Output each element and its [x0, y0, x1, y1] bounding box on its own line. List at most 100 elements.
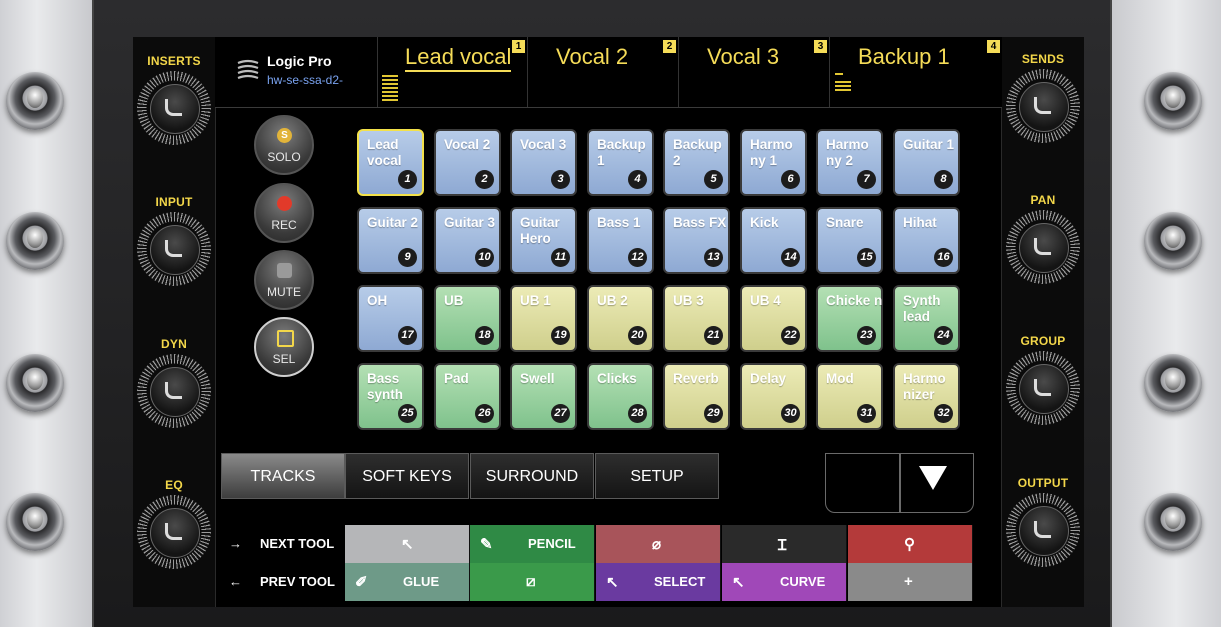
tool-label: CURVE — [780, 574, 826, 589]
glue-tool[interactable]: ✐ GLUE — [345, 563, 470, 601]
knob-label-group: GROUP — [1020, 334, 1066, 348]
track-number-badge: 9 — [398, 248, 417, 267]
track-button[interactable]: Pad 26 — [434, 363, 501, 430]
channel-name: Lead vocal — [405, 44, 512, 72]
prev-tool-label[interactable]: PREV TOOL — [260, 574, 335, 589]
channel-strip-4[interactable]: Backup 1 4 — [830, 37, 1002, 107]
hardware-knob-right-4[interactable] — [1144, 493, 1202, 551]
track-label: Guitar 3 — [444, 215, 496, 230]
channel-number: 2 — [663, 40, 676, 53]
mute-button[interactable]: MUTE — [254, 250, 314, 310]
tab-tracks[interactable]: TRACKS — [221, 453, 345, 499]
track-label: Swell — [520, 371, 555, 386]
solo-button[interactable]: S SOLO — [254, 115, 314, 175]
track-number-badge: 18 — [475, 326, 494, 345]
hardware-knob-left-3[interactable] — [6, 354, 64, 412]
track-button[interactable]: Lead vocal 1 — [357, 129, 424, 196]
track-label: Lead vocal — [367, 137, 402, 168]
track-button[interactable]: Chicke n 23 — [816, 285, 883, 352]
solo-tool-tool[interactable]: ⚲ — [848, 525, 973, 563]
text-cursor-tool[interactable]: Ɪ — [722, 525, 847, 563]
hardware-knob-left-1[interactable] — [6, 72, 64, 130]
track-button[interactable]: Swell 27 — [510, 363, 577, 430]
track-label: Vocal 2 — [444, 137, 491, 152]
track-button[interactable]: Guitar Hero 11 — [510, 207, 577, 274]
knob-label-pan: PAN — [1030, 193, 1056, 207]
hardware-knob-right-2[interactable] — [1144, 212, 1202, 270]
track-button[interactable]: Hihat 16 — [893, 207, 960, 274]
curve-pointer-tool[interactable]: ↖ CURVE — [722, 563, 847, 601]
track-label: Vocal 3 — [520, 137, 567, 152]
track-button[interactable]: Vocal 3 3 — [510, 129, 577, 196]
track-button[interactable]: Guitar 2 9 — [357, 207, 424, 274]
track-button[interactable]: Bass synth 25 — [357, 363, 424, 430]
track-button[interactable]: Bass FX 13 — [663, 207, 730, 274]
app-title: Logic Pro — [267, 53, 332, 69]
crosshair-tool[interactable]: + — [848, 563, 973, 601]
hardware-knob-right-1[interactable] — [1144, 72, 1202, 130]
track-button[interactable]: Harmo ny 2 7 — [816, 129, 883, 196]
track-button[interactable]: UB 3 21 — [663, 285, 730, 352]
hardware-knob-right-3[interactable] — [1144, 354, 1202, 412]
tab-surround[interactable]: SURROUND — [470, 453, 594, 499]
track-button[interactable]: Delay 30 — [740, 363, 807, 430]
track-label: Chicke n — [826, 293, 883, 308]
select-button[interactable]: SEL — [254, 317, 314, 377]
fade-tool[interactable]: ⧄ — [470, 563, 595, 601]
channel-strip-3[interactable]: Vocal 3 3 — [679, 37, 830, 107]
logo-area: Logic Pro hw-se-ssa-d2- — [215, 37, 378, 107]
arrow-down-icon — [919, 466, 947, 490]
pencil-tool[interactable]: ✎ PENCIL — [470, 525, 595, 563]
track-button[interactable]: Mod 31 — [816, 363, 883, 430]
next-tool-arrow-icon: → — [229, 536, 242, 551]
tab-setup[interactable]: SETUP — [595, 453, 719, 499]
track-number-badge: 6 — [781, 170, 800, 189]
hardware-knob-left-2[interactable] — [6, 212, 64, 270]
track-button[interactable]: UB 2 20 — [587, 285, 654, 352]
track-number-badge: 23 — [857, 326, 876, 345]
channel-strip-2[interactable]: Vocal 2 2 — [528, 37, 679, 107]
track-button[interactable]: Backup 1 4 — [587, 129, 654, 196]
blank-softkey[interactable] — [825, 453, 900, 513]
track-button[interactable]: Snare 15 — [816, 207, 883, 274]
channel-name: Backup 1 — [858, 44, 950, 69]
left-knob-column: INSERTS INPUT DYN EQ — [133, 37, 216, 607]
track-button[interactable]: Backup 2 5 — [663, 129, 730, 196]
track-button[interactable]: Reverb 29 — [663, 363, 730, 430]
track-label: Guitar Hero — [520, 215, 560, 246]
next-tool-label[interactable]: NEXT TOOL — [260, 536, 334, 551]
track-button[interactable]: Guitar 3 10 — [434, 207, 501, 274]
track-number-badge: 25 — [398, 404, 417, 423]
track-button[interactable]: Clicks 28 — [587, 363, 654, 430]
select-pointer-tool[interactable]: ↖ SELECT — [596, 563, 721, 601]
eraser-tool[interactable]: ⌀ — [596, 525, 721, 563]
tab-soft-keys[interactable]: SOFT KEYS — [345, 453, 469, 499]
track-number-badge: 20 — [628, 326, 647, 345]
select-icon — [277, 330, 294, 347]
track-button[interactable]: Harmo nizer 32 — [893, 363, 960, 430]
track-number-badge: 14 — [781, 248, 800, 267]
track-button[interactable]: UB 4 22 — [740, 285, 807, 352]
track-button[interactable]: Synth lead 24 — [893, 285, 960, 352]
eq-knob-icon — [150, 508, 200, 558]
track-button[interactable]: UB 1 19 — [510, 285, 577, 352]
track-button[interactable]: Harmo ny 1 6 — [740, 129, 807, 196]
track-number-badge: 13 — [704, 248, 723, 267]
glue-icon: ✐ — [355, 574, 368, 591]
track-label: Harmo ny 2 — [826, 137, 869, 168]
channel-strip-1[interactable]: Lead vocal 1 — [377, 37, 528, 107]
track-label: Synth lead — [903, 293, 941, 324]
track-grid: Lead vocal 1 Vocal 2 2 Vocal 3 3 Backup 1 4 Back… — [357, 129, 987, 434]
hardware-knob-left-4[interactable] — [6, 493, 64, 551]
track-button[interactable]: Kick 14 — [740, 207, 807, 274]
track-button[interactable]: UB 18 — [434, 285, 501, 352]
track-button[interactable]: OH 17 — [357, 285, 424, 352]
track-button[interactable]: Vocal 2 2 — [434, 129, 501, 196]
select-label: SEL — [272, 352, 296, 366]
track-button[interactable]: Bass 1 12 — [587, 207, 654, 274]
scroll-down-button[interactable] — [900, 453, 974, 513]
track-label: Guitar 1 — [903, 137, 955, 152]
record-button[interactable]: REC — [254, 183, 314, 243]
pointer-tool[interactable]: ↖ — [345, 525, 470, 563]
track-button[interactable]: Guitar 1 8 — [893, 129, 960, 196]
